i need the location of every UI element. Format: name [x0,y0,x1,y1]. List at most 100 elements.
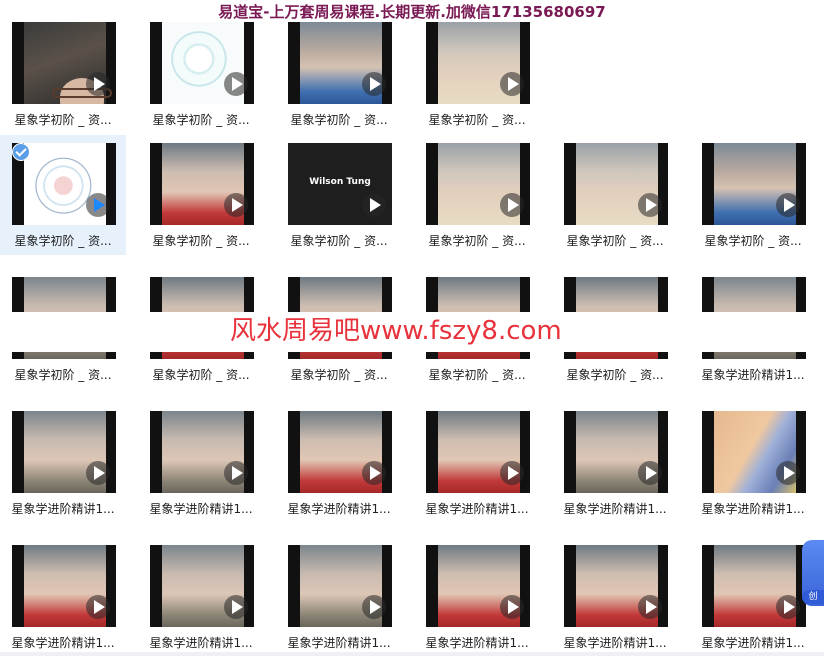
video-file-tile[interactable]: 星象学初阶 _ 资... [690,135,816,255]
play-icon[interactable] [500,72,524,96]
file-name-label: 星象学初阶 _ 资... [704,234,802,248]
file-name-label: 星象学进阶精讲1... [149,502,253,516]
video-thumbnail[interactable] [426,22,530,104]
file-name-label: 星象学进阶精讲1... [11,502,115,516]
play-icon[interactable] [224,461,248,485]
video-file-tile[interactable]: 星象学进阶精讲1... [690,403,816,523]
video-file-tile[interactable]: 星象学初阶 _ 资... [552,135,678,255]
video-thumbnail[interactable] [702,143,806,225]
play-icon[interactable] [500,461,524,485]
file-name-label: 星象学初阶 _ 资... [14,368,112,382]
video-thumbnail[interactable] [426,545,530,627]
video-file-tile[interactable]: 星象学进阶精讲1... [414,403,540,523]
video-thumbnail[interactable] [564,411,668,493]
file-name-label: 星象学进阶精讲1... [563,636,667,650]
video-file-tile[interactable]: 星象学进阶精讲1... [138,537,264,657]
file-name-label: 星象学初阶 _ 资... [14,234,112,248]
selected-check-icon[interactable] [12,143,30,161]
video-file-tile[interactable]: Wilson Tung 星象学初阶 _ 资... [276,135,402,255]
video-file-tile[interactable]: 星象学进阶精讲1... [0,537,126,657]
video-file-tile[interactable]: 星象学进阶精讲1... [552,537,678,657]
video-thumbnail[interactable] [288,411,392,493]
video-thumbnail[interactable] [426,411,530,493]
play-icon[interactable] [362,72,386,96]
play-icon[interactable] [224,72,248,96]
video-file-tile[interactable]: 星象学初阶 _ 资... [414,14,540,134]
file-name-label: 星象学进阶精讲1... [287,636,391,650]
video-thumbnail[interactable] [564,143,668,225]
video-thumbnail[interactable] [702,411,806,493]
play-icon[interactable] [776,461,800,485]
play-icon[interactable] [86,72,110,96]
file-name-label: 星象学进阶精讲1... [701,368,805,382]
file-name-label: 星象学初阶 _ 资... [428,234,526,248]
file-name-label: 星象学初阶 _ 资... [428,113,526,127]
video-file-tile[interactable]: 星象学初阶 _ 资... [0,14,126,134]
play-icon[interactable] [362,595,386,619]
file-name-label: 星象学初阶 _ 资... [152,113,250,127]
video-thumbnail[interactable] [564,545,668,627]
video-thumbnail[interactable]: Wilson Tung [288,143,392,225]
video-file-tile[interactable]: 星象学进阶精讲1... [138,403,264,523]
play-icon[interactable] [638,461,662,485]
video-file-tile[interactable]: 星象学进阶精讲1... [414,537,540,657]
video-file-tile[interactable]: 星象学初阶 _ 资... [276,14,402,134]
video-thumbnail[interactable] [150,143,254,225]
video-file-tile[interactable]: 星象学初阶 _ 资... [138,135,264,255]
video-file-tile[interactable]: 星象学进阶精讲1... [276,537,402,657]
promo-banner: 易道宝-上万套周易课程.长期更新.加微信17135680697 [0,2,824,22]
file-name-label: 星象学进阶精讲1... [11,636,115,650]
video-thumbnail[interactable] [150,545,254,627]
file-name-label: 星象学进阶精讲1... [425,502,529,516]
play-icon[interactable] [86,193,110,217]
thumbnail-title-text: Wilson Tung [309,177,371,187]
file-name-label: 星象学初阶 _ 资... [290,234,388,248]
video-file-tile[interactable]: 星象学进阶精讲1... [0,403,126,523]
play-icon[interactable] [86,595,110,619]
play-icon[interactable] [224,193,248,217]
file-name-label: 星象学进阶精讲1... [149,636,253,650]
play-icon[interactable] [362,193,386,217]
file-name-label: 星象学初阶 _ 资... [290,113,388,127]
promo-banner-text: 易道宝-上万套周易课程.长期更新.加微信17135680697 [214,3,610,21]
video-file-tile[interactable]: 星象学进阶精讲1... [690,537,816,657]
play-icon[interactable] [86,461,110,485]
play-icon[interactable] [362,461,386,485]
file-name-label: 星象学进阶精讲1... [563,502,667,516]
video-thumbnail[interactable] [150,411,254,493]
file-name-label: 星象学初阶 _ 资... [566,234,664,248]
play-icon[interactable] [500,595,524,619]
file-name-label: 星象学进阶精讲1... [701,502,805,516]
video-thumbnail[interactable] [150,22,254,104]
video-file-tile[interactable]: 星象学进阶精讲1... [552,403,678,523]
video-thumbnail[interactable] [12,545,116,627]
video-file-tile[interactable]: 星象学进阶精讲1... [276,403,402,523]
video-thumbnail[interactable] [702,545,806,627]
file-name-label: 星象学初阶 _ 资... [566,368,664,382]
play-icon[interactable] [776,193,800,217]
file-name-label: 星象学初阶 _ 资... [14,113,112,127]
file-name-label: 星象学初阶 _ 资... [428,368,526,382]
file-name-label: 星象学初阶 _ 资... [152,234,250,248]
video-thumbnail[interactable] [288,22,392,104]
video-thumbnail[interactable] [288,545,392,627]
play-icon[interactable] [638,595,662,619]
video-file-tile[interactable]: 星象学初阶 _ 资... [414,135,540,255]
video-file-tile[interactable]: 星象学初阶 _ 资... [138,14,264,134]
play-icon[interactable] [500,193,524,217]
file-name-label: 星象学进阶精讲1... [425,636,529,650]
play-icon[interactable] [224,595,248,619]
video-thumbnail[interactable] [12,411,116,493]
floating-assistant-label[interactable]: 创 [802,590,824,604]
bottom-scroll-area [0,652,824,656]
watermark-text: 风水周易吧www.fszy8.com [230,316,562,346]
video-file-tile[interactable]: 星象学初阶 _ 资... [0,135,126,255]
video-thumbnail[interactable] [12,22,116,104]
file-name-label: 星象学初阶 _ 资... [152,368,250,382]
file-name-label: 星象学进阶精讲1... [701,636,805,650]
play-icon[interactable] [638,193,662,217]
video-thumbnail[interactable] [426,143,530,225]
file-name-label: 星象学初阶 _ 资... [290,368,388,382]
play-icon[interactable] [776,595,800,619]
file-name-label: 星象学进阶精讲1... [287,502,391,516]
